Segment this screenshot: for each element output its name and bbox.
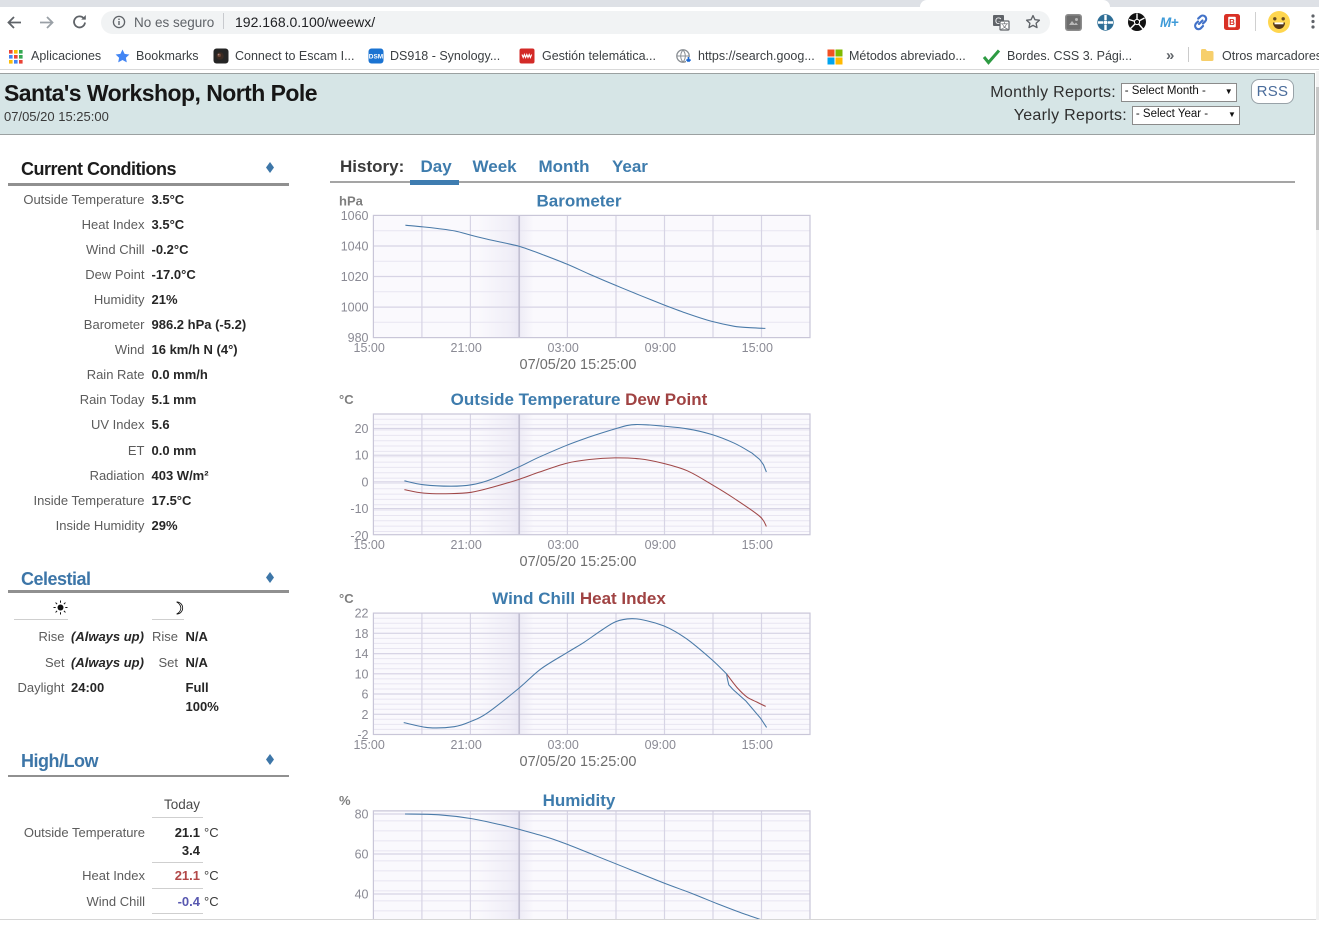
svg-text:%: % bbox=[339, 793, 351, 808]
svg-text:07/05/20 15:25:00: 07/05/20 15:25:00 bbox=[520, 754, 637, 770]
svg-text:09:00: 09:00 bbox=[645, 738, 676, 752]
svg-text:10: 10 bbox=[355, 667, 369, 681]
svg-text:hPa: hPa bbox=[339, 194, 364, 209]
svg-text:2: 2 bbox=[362, 708, 369, 722]
svg-text:80: 80 bbox=[355, 808, 369, 822]
svg-text:15:00: 15:00 bbox=[742, 738, 773, 752]
svg-text:03:00: 03:00 bbox=[548, 341, 579, 355]
svg-text:21:00: 21:00 bbox=[451, 341, 482, 355]
svg-text:03:00: 03:00 bbox=[548, 538, 579, 552]
svg-text:09:00: 09:00 bbox=[645, 538, 676, 552]
svg-text:14: 14 bbox=[355, 647, 369, 661]
svg-text:1020: 1020 bbox=[341, 270, 369, 284]
svg-text:0: 0 bbox=[362, 475, 369, 489]
svg-text:Wind Chill Heat Index: Wind Chill Heat Index bbox=[492, 589, 666, 608]
svg-text:1040: 1040 bbox=[341, 240, 369, 254]
svg-text:6: 6 bbox=[362, 688, 369, 702]
svg-text:07/05/20 15:25:00: 07/05/20 15:25:00 bbox=[520, 357, 637, 373]
svg-text:°C: °C bbox=[339, 392, 354, 407]
svg-text:-10: -10 bbox=[350, 502, 368, 516]
svg-text:15:00: 15:00 bbox=[742, 341, 773, 355]
svg-text:40: 40 bbox=[355, 888, 369, 902]
svg-text:10: 10 bbox=[355, 449, 369, 463]
svg-text:20: 20 bbox=[355, 422, 369, 436]
svg-text:°C: °C bbox=[339, 591, 354, 606]
svg-text:09:00: 09:00 bbox=[645, 341, 676, 355]
svg-text:Humidity: Humidity bbox=[543, 791, 616, 810]
svg-text:60: 60 bbox=[355, 848, 369, 862]
svg-text:15:00: 15:00 bbox=[354, 538, 385, 552]
svg-text:1060: 1060 bbox=[341, 209, 369, 223]
svg-text:Outside Temperature Dew Point: Outside Temperature Dew Point bbox=[451, 390, 708, 409]
svg-text:07/05/20 15:25:00: 07/05/20 15:25:00 bbox=[520, 554, 637, 570]
svg-text:22: 22 bbox=[355, 607, 369, 621]
svg-text:21:00: 21:00 bbox=[451, 738, 482, 752]
svg-text:15:00: 15:00 bbox=[354, 738, 385, 752]
svg-text:15:00: 15:00 bbox=[742, 538, 773, 552]
svg-text:03:00: 03:00 bbox=[548, 738, 579, 752]
svg-text:Barometer: Barometer bbox=[536, 192, 621, 211]
svg-text:1000: 1000 bbox=[341, 301, 369, 315]
svg-text:15:00: 15:00 bbox=[354, 341, 385, 355]
svg-text:18: 18 bbox=[355, 627, 369, 641]
svg-text:21:00: 21:00 bbox=[451, 538, 482, 552]
